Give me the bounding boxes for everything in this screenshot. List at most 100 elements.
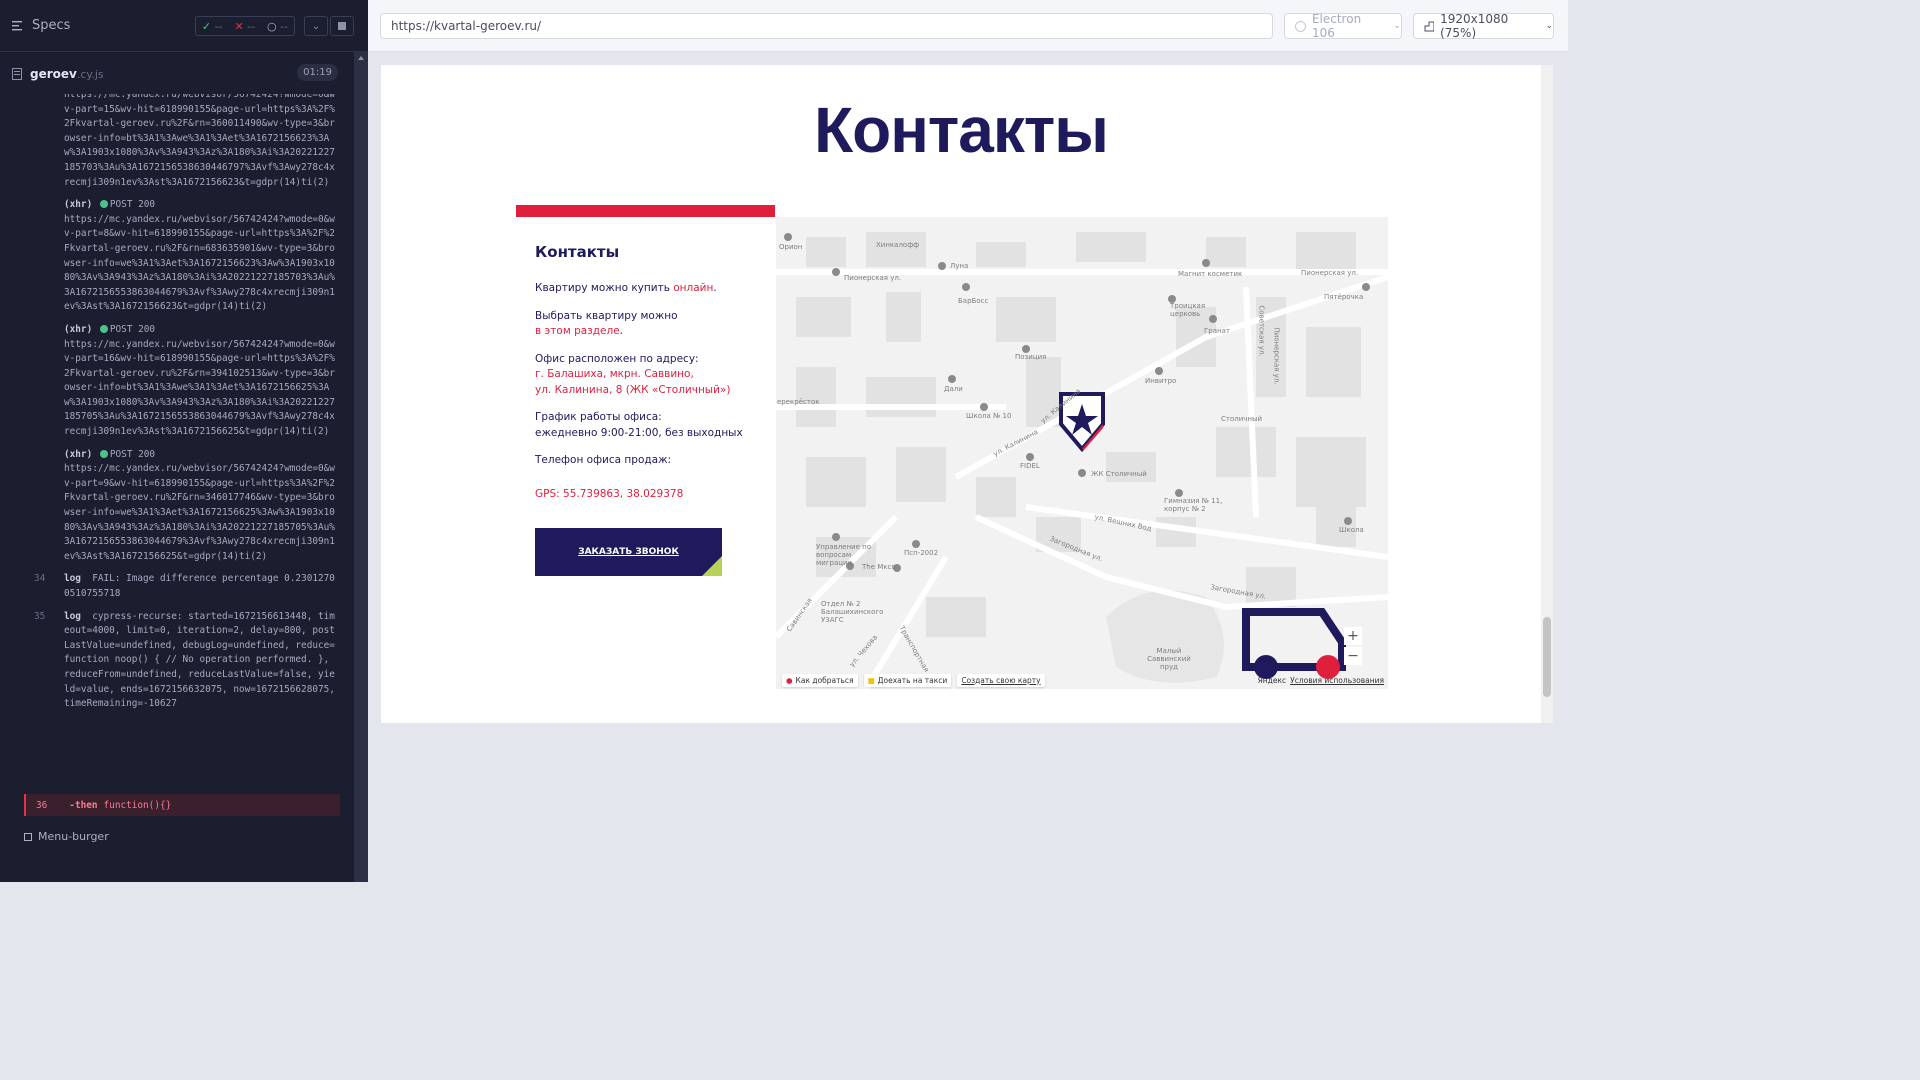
log-entry-35[interactable]: 35 log cypress-recurse: started=167215661… bbox=[24, 610, 342, 712]
log-entry-status: POST 200 bbox=[109, 323, 156, 335]
viewport-info-button[interactable]: 1920x1080 (75%) ⌄ bbox=[1413, 12, 1554, 40]
browser-name: Electron 106 bbox=[1311, 12, 1362, 40]
how-to-get-button[interactable]: ● Как добраться bbox=[782, 673, 858, 687]
test-title-menu-burger[interactable]: Menu-burger bbox=[24, 830, 109, 843]
map-label: FIDEL bbox=[1020, 462, 1040, 470]
yandex-logo: Яндекс bbox=[1257, 675, 1287, 685]
log-entry-url: https://mc.yandex.ru/webvisor/56742424?w… bbox=[64, 463, 335, 562]
card-accent-stripe bbox=[516, 205, 775, 217]
map-label: Гранат bbox=[1204, 327, 1230, 335]
log-entry-url: https://mc.yandex.ru/webvisor/56742424?w… bbox=[64, 213, 335, 313]
viewport-icon bbox=[1424, 21, 1435, 31]
map-label: Столичный bbox=[1221, 415, 1263, 423]
map-label: Школа № 10 bbox=[966, 412, 1012, 420]
cypress-reporter: Specs ✓ -- ✕ -- ○ -- ⌄ geroev .cy.js 01:… bbox=[0, 0, 368, 882]
spec-file-row[interactable]: geroev .cy.js 01:19 bbox=[0, 52, 368, 96]
chevron-down-icon: ⌄ bbox=[1545, 21, 1553, 31]
zoom-in-button[interactable]: + bbox=[1344, 627, 1362, 645]
line-number: 35 bbox=[34, 610, 46, 622]
buy-online-link[interactable]: онлайн bbox=[673, 282, 713, 294]
stop-button[interactable] bbox=[330, 16, 354, 36]
map-label: Луна bbox=[950, 262, 969, 270]
spec-duration: 01:19 bbox=[297, 64, 338, 81]
map-label: The Мксо bbox=[862, 563, 896, 571]
log-entry-34[interactable]: 34 log FAIL: Image difference percentage … bbox=[24, 572, 342, 601]
aut-header: https://kvartal-geroev.ru/ Electron 106 … bbox=[368, 0, 1568, 52]
office-label: Офис расположен по адресу: bbox=[535, 352, 699, 365]
test-title: Menu-burger bbox=[38, 830, 109, 843]
test-counters: ✓ -- ✕ -- ○ -- bbox=[195, 16, 295, 36]
map-label: Пионерская ул. bbox=[844, 274, 902, 282]
specs-button[interactable]: Specs bbox=[12, 18, 70, 33]
map-label: Советская ул. bbox=[1257, 305, 1266, 357]
card-title: Контакты bbox=[535, 243, 620, 261]
gps-coordinates: GPS: 55.739863, 38.029378 bbox=[535, 487, 684, 500]
map-label: Хинкалофф bbox=[876, 241, 920, 249]
location-pin-icon: ● bbox=[786, 675, 793, 685]
hours-value: ежедневно 9:00-21:00, без выходных bbox=[535, 426, 743, 439]
pending-icon: ○ bbox=[266, 19, 277, 33]
map-label: ерекрёсток bbox=[777, 398, 820, 406]
line-number: 34 bbox=[34, 573, 46, 585]
map-footer: ● Как добраться ■ Доехать на такси Создать… bbox=[776, 671, 1388, 689]
scrollbar-thumb[interactable] bbox=[1543, 617, 1551, 697]
viewport-size: 1920x1080 (75%) bbox=[1440, 12, 1509, 40]
map-label: Малый Саввинский пруд bbox=[1147, 647, 1191, 671]
order-call-button[interactable]: ЗАКАЗАТЬ ЗВОНОК bbox=[535, 528, 722, 576]
failed-count: -- bbox=[247, 19, 256, 33]
chevron-down-button[interactable]: ⌄ bbox=[304, 16, 328, 36]
browser-selector[interactable]: Electron 106 ⌄ bbox=[1284, 12, 1402, 40]
electron-icon bbox=[1295, 20, 1306, 32]
spec-extension: .cy.js bbox=[76, 67, 104, 81]
taxi-button[interactable]: ■ Доехать на такси bbox=[863, 673, 952, 687]
create-map-link[interactable]: Создать свою карту bbox=[957, 673, 1045, 687]
map-label: Пионерская ул. bbox=[1272, 327, 1281, 385]
reporter-scrollbar[interactable] bbox=[354, 52, 368, 882]
map-label: Инвитро bbox=[1145, 377, 1177, 385]
app-preview: Контакты Контакты Квартиру можно купить … bbox=[381, 65, 1541, 723]
map-label: Отдел № 2 Балашихинского УЗАГС bbox=[821, 600, 884, 624]
contacts-info: Квартиру можно купить онлайн. Выбрать кв… bbox=[535, 281, 770, 502]
zoom-out-button[interactable]: − bbox=[1344, 647, 1362, 665]
choose-text: Выбрать квартиру можно bbox=[535, 309, 678, 322]
log-entry-3[interactable]: (xhr) POST 200 https://mc.yandex.ru/webv… bbox=[24, 448, 342, 565]
buy-text: Квартиру можно купить bbox=[535, 282, 674, 294]
map-label: Гимназия № 11, корпус № 2 bbox=[1164, 497, 1223, 513]
map-label: Пятёрочка bbox=[1324, 293, 1364, 301]
hours-label: График работы офиса: bbox=[535, 411, 662, 423]
log-command: -then bbox=[69, 799, 98, 811]
line-number: 36 bbox=[36, 799, 48, 811]
command-log: https://mc.yandex.ru/webvisor/56742424?w… bbox=[24, 94, 342, 816]
office-address-1: г. Балашиха, мкрн. Саввино, bbox=[535, 368, 694, 380]
passed-count: -- bbox=[214, 19, 223, 33]
map-label: Псп-2002 bbox=[904, 549, 939, 557]
failed-command-row[interactable]: 36 -then function(){} bbox=[24, 794, 340, 816]
contacts-card: Контакты Квартиру можно купить онлайн. В… bbox=[516, 205, 775, 689]
log-entry-2[interactable]: (xhr) POST 200 https://mc.yandex.ru/webv… bbox=[24, 323, 342, 440]
specs-label: Specs bbox=[32, 18, 71, 33]
log-entry-0[interactable]: https://mc.yandex.ru/webvisor/56742424?w… bbox=[24, 94, 342, 190]
log-entry-type: (xhr) bbox=[64, 199, 93, 211]
map-label: Дали bbox=[944, 385, 963, 393]
order-call-label: ЗАКАЗАТЬ ЗВОНОК bbox=[578, 547, 679, 557]
log-entry-type: (xhr) bbox=[64, 323, 93, 335]
map-label: ЖК Столичный bbox=[1091, 470, 1147, 478]
pending-count: -- bbox=[280, 19, 289, 33]
map-label: Школа bbox=[1339, 526, 1364, 534]
log-entry-status: POST 200 bbox=[109, 199, 156, 211]
yandex-map[interactable]: Орион Хинкалофф Луна Пионерская ул. Магн… bbox=[776, 217, 1388, 689]
taxi-icon: ■ bbox=[867, 675, 875, 685]
log-entry-url: https://mc.yandex.ru/webvisor/56742424?w… bbox=[64, 338, 335, 438]
log-command: log bbox=[64, 610, 81, 622]
chevron-down-icon: ⌄ bbox=[1393, 21, 1401, 31]
log-entry-1[interactable]: (xhr) POST 200 https://mc.yandex.ru/webv… bbox=[24, 198, 342, 315]
choose-section-link[interactable]: в этом разделе bbox=[535, 325, 620, 337]
terms-link[interactable]: Условия использования bbox=[1290, 676, 1384, 685]
phone-label: Телефон офиса продаж: bbox=[535, 454, 672, 466]
log-command: log bbox=[64, 573, 81, 585]
specs-list-icon bbox=[12, 20, 22, 30]
app-scrollbar[interactable] bbox=[1541, 65, 1553, 723]
chevron-down-icon: ⌄ bbox=[311, 20, 321, 32]
scroll-up-icon[interactable] bbox=[358, 56, 364, 60]
url-bar[interactable]: https://kvartal-geroev.ru/ bbox=[380, 13, 1273, 39]
